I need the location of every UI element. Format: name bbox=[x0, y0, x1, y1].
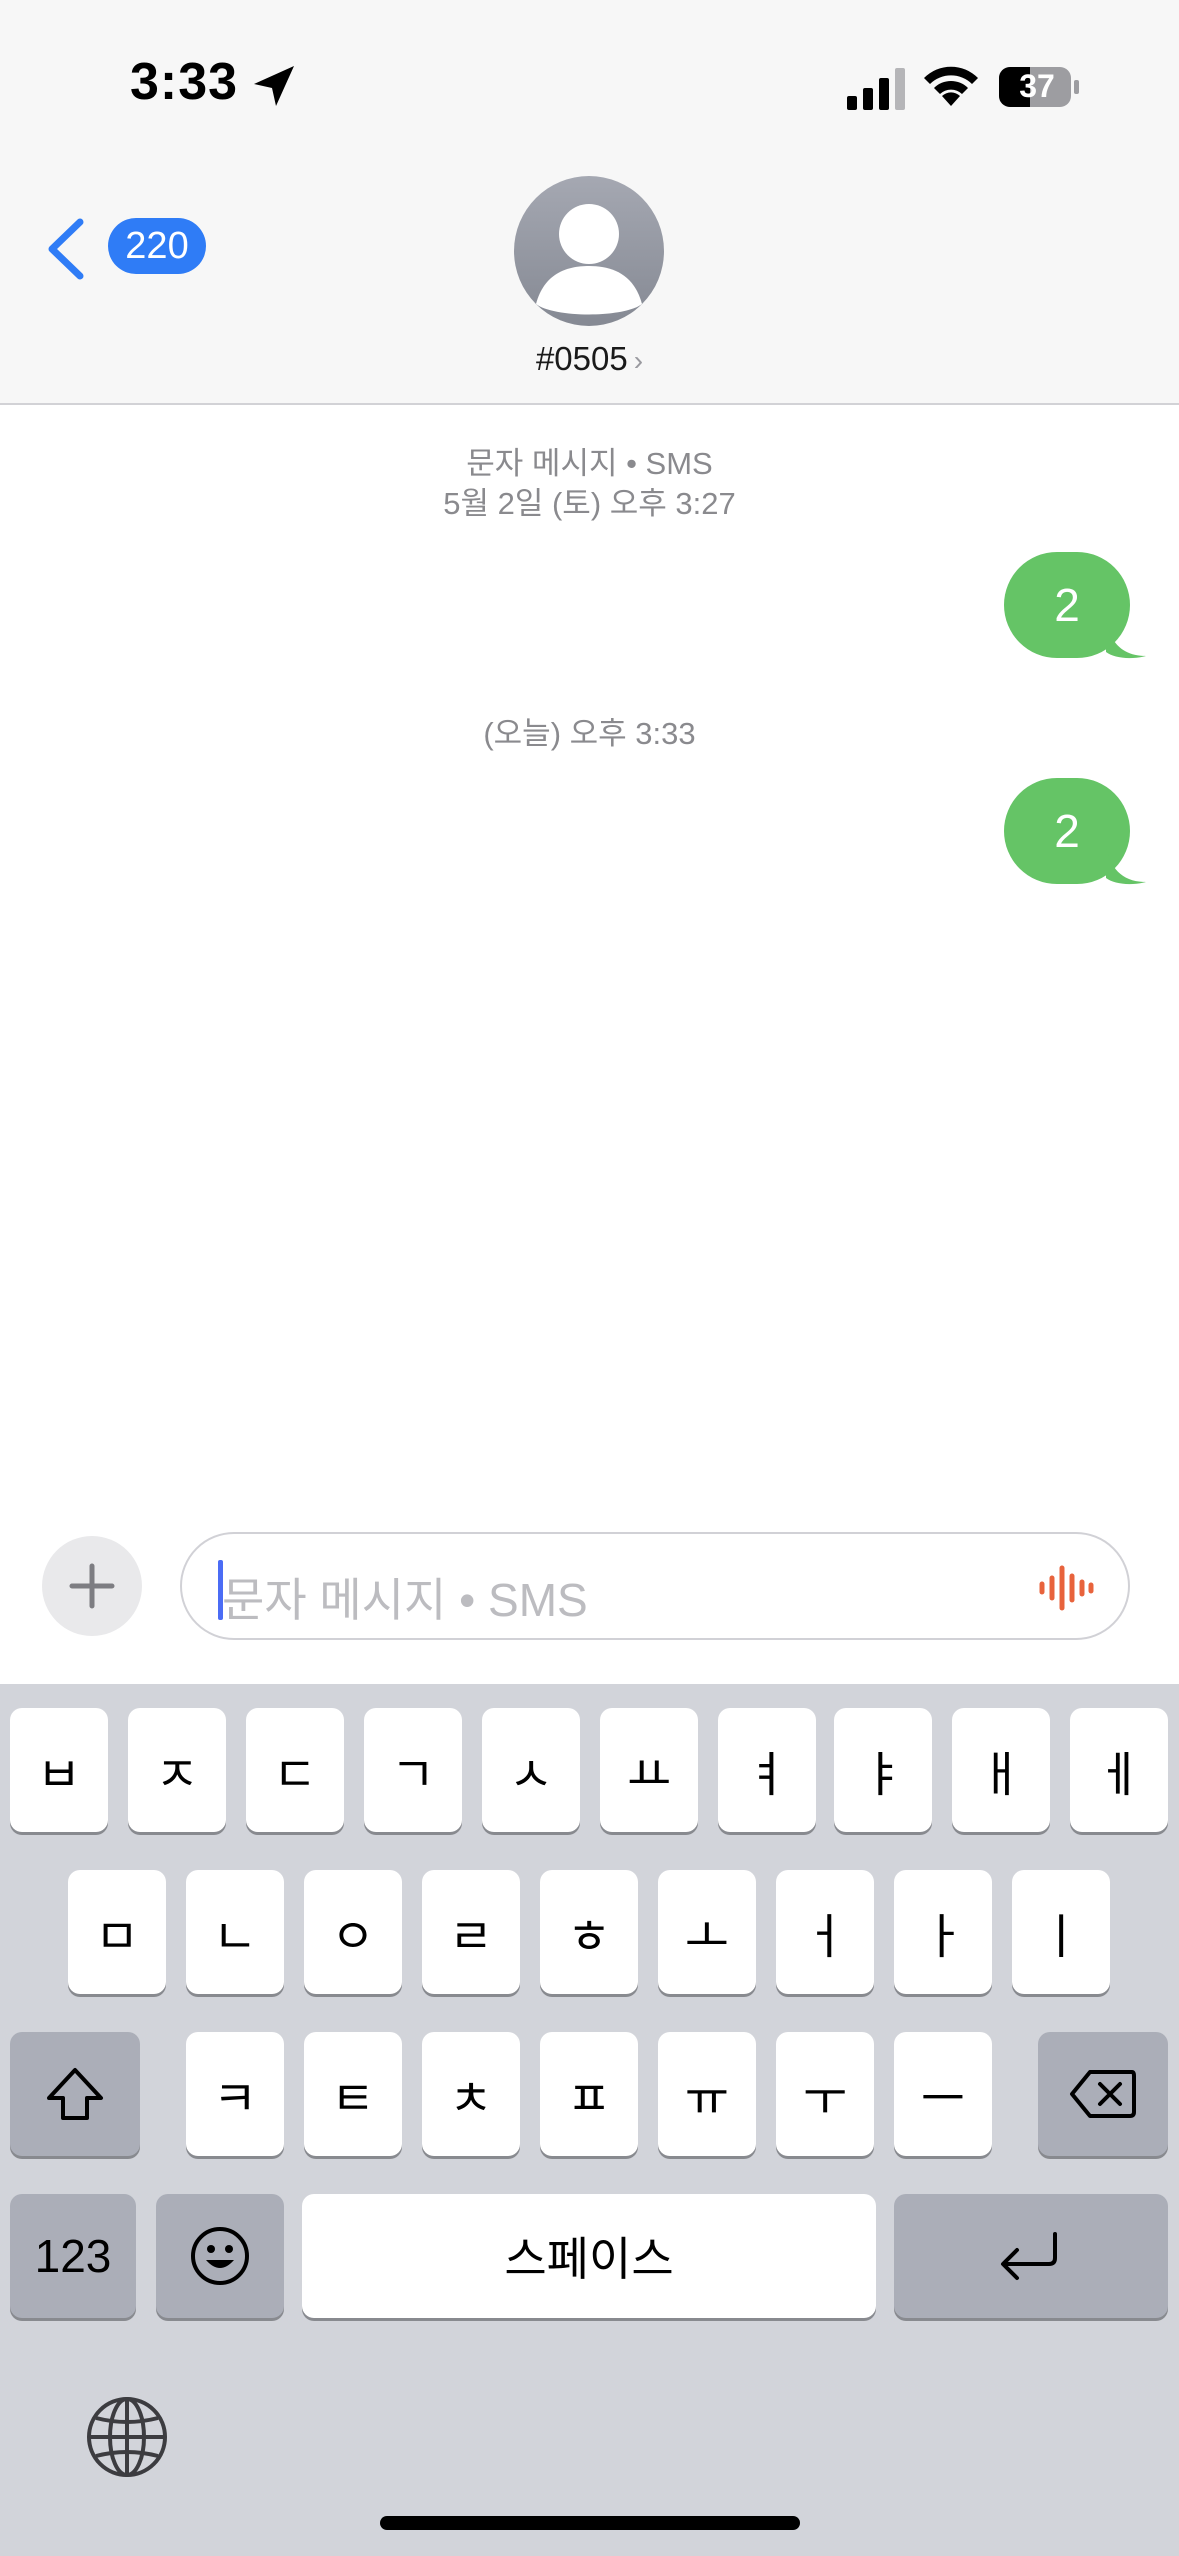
key[interactable]: ㅔ bbox=[1070, 1708, 1168, 1832]
key[interactable]: ㅛ bbox=[600, 1708, 698, 1832]
conversation-meta: 문자 메시지 • SMS 5월 2일 (토) 오후 3:27 bbox=[0, 444, 1179, 524]
key[interactable]: ㅜ bbox=[776, 2032, 874, 2156]
key[interactable]: ㅎ bbox=[540, 1870, 638, 1994]
contact-name: #0505 bbox=[535, 340, 628, 377]
space-key[interactable]: 스페이스 bbox=[302, 2194, 876, 2318]
delete-icon bbox=[1070, 2070, 1136, 2118]
shift-icon bbox=[47, 2068, 103, 2120]
service-label: 문자 메시지 • SMS bbox=[466, 446, 713, 481]
add-attachment-button[interactable] bbox=[42, 1536, 142, 1636]
key[interactable]: ㄱ bbox=[364, 1708, 462, 1832]
key[interactable]: ㄹ bbox=[422, 1870, 520, 1994]
key[interactable]: ㅋ bbox=[186, 2032, 284, 2156]
message-input-placeholder: 문자 메시지 • SMS bbox=[222, 1574, 588, 1626]
emoji-key[interactable] bbox=[156, 2194, 284, 2318]
battery-level: 37 bbox=[1019, 68, 1055, 104]
key[interactable]: ㅍ bbox=[540, 2032, 638, 2156]
key[interactable]: ㅠ bbox=[658, 2032, 756, 2156]
key[interactable]: ㅌ bbox=[304, 2032, 402, 2156]
message-input[interactable]: 문자 메시지 • SMS bbox=[180, 1532, 1130, 1640]
bubble-tail bbox=[1106, 846, 1146, 885]
key[interactable]: ㅓ bbox=[776, 1870, 874, 1994]
space-key-label: 스페이스 bbox=[504, 2233, 674, 2285]
shift-key[interactable] bbox=[10, 2032, 140, 2156]
chevron-right-icon: › bbox=[633, 345, 644, 376]
key[interactable]: ㅅ bbox=[482, 1708, 580, 1832]
waveform-icon[interactable] bbox=[1038, 1564, 1094, 1612]
cellular-signal-icon bbox=[847, 68, 905, 110]
return-key[interactable] bbox=[894, 2194, 1168, 2318]
return-icon bbox=[1001, 2232, 1057, 2280]
key[interactable]: ㅂ bbox=[10, 1708, 108, 1832]
key[interactable]: ㅑ bbox=[834, 1708, 932, 1832]
key[interactable]: ㅈ bbox=[128, 1708, 226, 1832]
key[interactable]: ㅁ bbox=[68, 1870, 166, 1994]
globe-icon[interactable] bbox=[84, 2394, 170, 2480]
delete-key[interactable] bbox=[1038, 2032, 1168, 2156]
key[interactable]: ㅇ bbox=[304, 1870, 402, 1994]
key[interactable]: ㅕ bbox=[718, 1708, 816, 1832]
key[interactable]: ㅏ bbox=[894, 1870, 992, 1994]
status-bar: 3:33 37 bbox=[0, 0, 1179, 160]
key[interactable]: ㅐ bbox=[952, 1708, 1050, 1832]
message-text: 2 bbox=[1054, 579, 1080, 631]
unread-count-badge: 220 bbox=[108, 218, 206, 274]
key[interactable]: ㅣ bbox=[1012, 1870, 1110, 1994]
chevron-left-icon bbox=[48, 218, 84, 280]
person-silhouette-icon bbox=[536, 204, 642, 315]
contact-name-button[interactable]: #0505 › bbox=[0, 340, 1179, 378]
numbers-key-label: 123 bbox=[34, 2230, 112, 2282]
bubble-tail bbox=[1106, 620, 1146, 659]
key[interactable]: ㅗ bbox=[658, 1870, 756, 1994]
contact-avatar[interactable] bbox=[514, 176, 664, 326]
plus-icon bbox=[69, 1563, 115, 1609]
message-timestamp: 5월 2일 (토) 오후 3:27 bbox=[443, 486, 736, 521]
key[interactable]: ㅊ bbox=[422, 2032, 520, 2156]
key[interactable]: ㄴ bbox=[186, 1870, 284, 1994]
location-arrow-icon bbox=[254, 66, 294, 106]
back-button[interactable]: 220 bbox=[44, 210, 214, 282]
status-time: 3:33 bbox=[130, 53, 239, 111]
wifi-icon bbox=[924, 66, 978, 106]
numbers-key[interactable]: 123 bbox=[10, 2194, 136, 2318]
key[interactable]: ㅡ bbox=[894, 2032, 992, 2156]
emoji-icon bbox=[191, 2227, 249, 2285]
message-text: 2 bbox=[1054, 805, 1080, 857]
home-indicator[interactable] bbox=[380, 2516, 800, 2530]
message-timestamp-today: (오늘) 오후 3:33 bbox=[483, 716, 696, 751]
key[interactable]: ㄷ bbox=[246, 1708, 344, 1832]
